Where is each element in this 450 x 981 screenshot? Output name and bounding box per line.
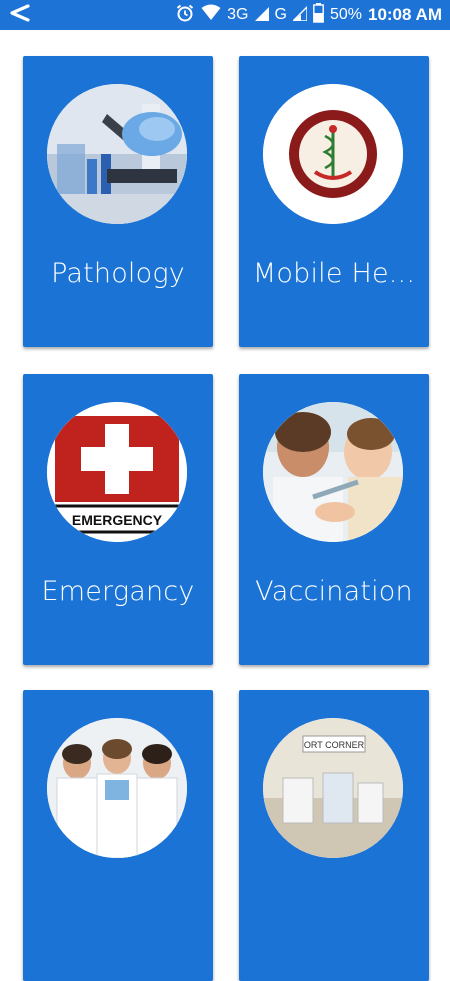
clock-time: 10:08 AM	[367, 5, 442, 24]
card-pathology[interactable]: Pathology	[23, 56, 213, 347]
ort-sign-text: ORT CORNER	[304, 740, 365, 750]
status-bar: 3G G 50% 10:08 AM	[0, 0, 450, 30]
signal-1-icon	[254, 5, 269, 25]
ort-corner-image: ORT CORNER	[263, 718, 403, 858]
back-arrow-icon[interactable]	[6, 2, 32, 28]
card-ort-corner[interactable]: ORT CORNER	[239, 690, 429, 981]
card-label: Vaccination	[255, 576, 413, 607]
network-g-text: G	[274, 6, 287, 23]
card-vaccination[interactable]: Vaccination	[239, 374, 429, 665]
hospital-logo-image	[263, 84, 403, 224]
network-3g-text: 3G	[227, 6, 249, 23]
card-label: Mobile He...	[252, 258, 416, 289]
wifi-icon	[201, 4, 221, 26]
signal-2-icon	[291, 5, 308, 25]
microscope-lab-image	[47, 84, 187, 224]
vaccination-image	[263, 402, 403, 542]
services-grid: Pathology Mobile He... EMERGENCY Emergan…	[0, 30, 450, 981]
emergency-sign-text: EMERGENCY	[72, 512, 163, 528]
alarm-icon	[175, 3, 195, 27]
emergency-cross-image: EMERGENCY	[47, 402, 187, 542]
card-mobile-health[interactable]: Mobile He...	[239, 56, 429, 347]
card-emergancy[interactable]: EMERGENCY Emergancy	[23, 374, 213, 665]
card-label: Pathology	[51, 258, 185, 289]
card-doctors[interactable]	[23, 690, 213, 981]
card-label: Emergancy	[41, 576, 195, 607]
battery-icon	[313, 3, 324, 27]
battery-percent: 50%	[329, 6, 362, 23]
doctors-group-image	[47, 718, 187, 858]
